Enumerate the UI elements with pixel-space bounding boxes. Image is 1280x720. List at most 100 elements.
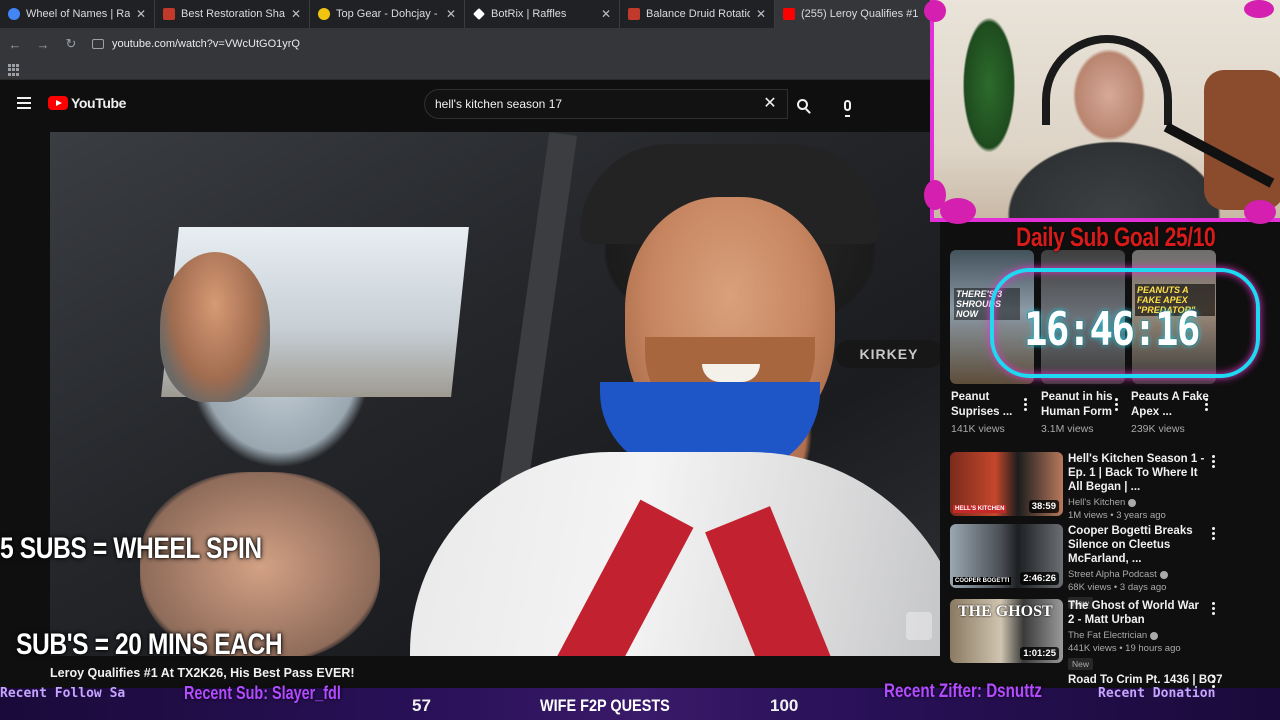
frame-bubble: [1244, 200, 1276, 224]
thumbnail-text: COOPER BOGETTI: [953, 577, 1012, 585]
verified-icon: [1159, 570, 1168, 579]
browser-tab[interactable]: Balance Druid Rotation Guide - ✕: [620, 0, 775, 28]
search-input[interactable]: hell's kitchen season 17: [424, 89, 788, 119]
more-options-icon[interactable]: [1212, 527, 1215, 540]
video-thumbnail[interactable]: COOPER BOGETTI 2:46:26: [950, 524, 1063, 588]
subathon-timer: 16:46:16: [1024, 302, 1200, 356]
video-thumbnail[interactable]: THE GHOST 1:01:25: [950, 599, 1063, 663]
frame-bubble: [1244, 0, 1274, 18]
frame-bubble: [940, 198, 976, 224]
video-meta: 68K views • 3 days ago: [1068, 582, 1167, 593]
daily-sub-goal: Daily Sub Goal 25/10: [1016, 222, 1216, 252]
channel-line: Hell's Kitchen: [1068, 497, 1268, 508]
short-views: 141K views: [951, 423, 1005, 435]
more-options-icon[interactable]: [1024, 398, 1027, 411]
browser-tab[interactable]: BotRix | Raffles ✕: [465, 0, 620, 28]
short-info: Peanut in his Human Form 3.1M views: [1041, 390, 1129, 435]
site-info-icon[interactable]: [92, 39, 104, 49]
channel-name[interactable]: Hell's Kitchen: [1068, 497, 1125, 508]
search-query: hell's kitchen season 17: [435, 97, 563, 111]
reload-icon[interactable]: ↻: [64, 36, 78, 52]
channel-watermark-icon[interactable]: [906, 612, 932, 640]
channel-line: The Fat Electrician: [1068, 630, 1268, 641]
video-info: Cooper Bogetti Breaks Silence on Cleetus…: [1068, 524, 1268, 611]
channel-line: Street Alpha Podcast: [1068, 569, 1268, 580]
more-options-icon[interactable]: [1205, 398, 1208, 411]
forward-arrow-icon[interactable]: →: [36, 37, 50, 52]
browser-tab[interactable]: Wheel of Names | Random nam ✕: [0, 0, 155, 28]
video-title[interactable]: Hell's Kitchen Season 1 - Ep. 1 | Back T…: [1068, 452, 1208, 494]
video-player[interactable]: KIRKEY: [50, 132, 940, 656]
wowhead-favicon-icon: [163, 8, 175, 20]
close-icon[interactable]: ✕: [291, 7, 301, 21]
recent-follow: Recent Follow Sa: [0, 686, 126, 701]
more-options-icon[interactable]: [1212, 455, 1215, 468]
close-icon[interactable]: ✕: [446, 7, 456, 21]
back-arrow-icon[interactable]: ←: [8, 37, 22, 52]
url-field[interactable]: youtube.com/watch?v=VWcUtGO1yrQ: [92, 38, 300, 50]
short-info: Peanut Suprises ... 141K views: [951, 390, 1039, 435]
video-duration: 1:01:25: [1020, 647, 1059, 660]
recommended-video[interactable]: COOPER BOGETTI 2:46:26 Cooper Bogetti Br…: [950, 524, 1280, 609]
clear-search-icon[interactable]: ✕: [763, 93, 777, 113]
recent-zifter: Recent Zifter: Dsnuttz: [884, 681, 1042, 702]
microphone-icon: [843, 99, 851, 117]
url-text: youtube.com/watch?v=VWcUtGO1yrQ: [112, 38, 300, 50]
tab-label: BotRix | Raffles: [491, 8, 567, 20]
close-icon[interactable]: ✕: [136, 7, 146, 21]
video-thumbnail[interactable]: HELL'S KITCHEN 38:59: [950, 452, 1063, 516]
youtube-logo[interactable]: YouTube: [48, 95, 126, 111]
video-meta: 1M views • 3 years ago: [1068, 510, 1166, 521]
topgear-favicon-icon: [318, 8, 330, 20]
browser-tab-bar: Wheel of Names | Random nam ✕ Best Resto…: [0, 0, 930, 28]
short-views: 239K views: [1131, 423, 1185, 435]
video-title[interactable]: Cooper Bogetti Breaks Silence on Cleetus…: [1068, 524, 1208, 566]
video-duration: 38:59: [1028, 500, 1059, 513]
quest-title: WIFE F2P QUESTS: [540, 696, 670, 715]
new-badge: New: [1068, 658, 1094, 670]
video-title: Leroy Qualifies #1 At TX2K26, His Best P…: [50, 666, 355, 680]
short-info: Peauts A Fake Apex ... 239K views: [1131, 390, 1219, 435]
thumbnail-text: HELL'S KITCHEN: [953, 505, 1007, 513]
subs-time-overlay: SUB'S = 20 MINS EACH: [16, 628, 283, 661]
tab-label: (255) Leroy Qualifies #1 At: [801, 8, 921, 20]
hamburger-menu-icon[interactable]: [17, 97, 31, 109]
bystander-figure: [160, 252, 270, 402]
video-info: Hell's Kitchen Season 1 - Ep. 1 | Back T…: [1068, 452, 1268, 521]
quest-count-right: 100: [770, 696, 799, 715]
channel-name[interactable]: Street Alpha Podcast: [1068, 569, 1157, 580]
tab-label: Wheel of Names | Random nam: [26, 8, 130, 20]
screen: Wheel of Names | Random nam ✕ Best Resto…: [0, 0, 1280, 720]
youtube-wordmark: YouTube: [71, 95, 127, 111]
wheel-favicon-icon: [8, 8, 20, 20]
close-icon[interactable]: ✕: [756, 7, 766, 21]
browser-tab[interactable]: Top Gear - Dohcjay - 73,000 Dr ✕: [310, 0, 465, 28]
tab-label: Best Restoration Shaman Talent: [181, 8, 285, 20]
close-icon[interactable]: ✕: [601, 7, 611, 21]
browser-tab[interactable]: Best Restoration Shaman Talent ✕: [155, 0, 310, 28]
icy-veins-favicon-icon: [628, 8, 640, 20]
video-title[interactable]: The Ghost of World War 2 - Matt Urban: [1068, 599, 1208, 627]
seat-brand-label: KIRKEY: [835, 340, 940, 368]
video-duration: 2:46:26: [1020, 572, 1059, 585]
driver-smile: [702, 364, 760, 382]
video-meta: 441K views • 19 hours ago: [1068, 643, 1181, 654]
voice-search-button[interactable]: [834, 92, 860, 118]
apps-grid-icon[interactable]: [8, 64, 20, 76]
search-button[interactable]: [788, 89, 816, 119]
headset: [1042, 35, 1172, 125]
more-options-icon[interactable]: [1115, 398, 1118, 411]
recommended-video[interactable]: THE GHOST 1:01:25 The Ghost of World War…: [950, 599, 1280, 670]
more-options-icon[interactable]: [1212, 602, 1215, 615]
browser-tab-active[interactable]: (255) Leroy Qualifies #1 At: [775, 0, 930, 28]
bookmarks-bar: [0, 60, 930, 80]
wheel-spin-overlay: 5 SUBS = WHEEL SPIN: [0, 532, 262, 565]
recommended-video[interactable]: HELL'S KITCHEN 38:59 Hell's Kitchen Seas…: [950, 452, 1280, 521]
streamer-webcam: [930, 0, 1280, 222]
channel-name[interactable]: The Fat Electrician: [1068, 630, 1147, 641]
verified-icon: [1150, 631, 1159, 640]
youtube-header: YouTube hell's kitchen season 17 ✕: [0, 82, 930, 126]
tab-label: Balance Druid Rotation Guide -: [646, 8, 750, 20]
address-bar: ← → ↻ youtube.com/watch?v=VWcUtGO1yrQ: [0, 28, 930, 60]
partial-video-title[interactable]: Road To Crim Pt. 1436 | BO7: [1068, 674, 1222, 686]
